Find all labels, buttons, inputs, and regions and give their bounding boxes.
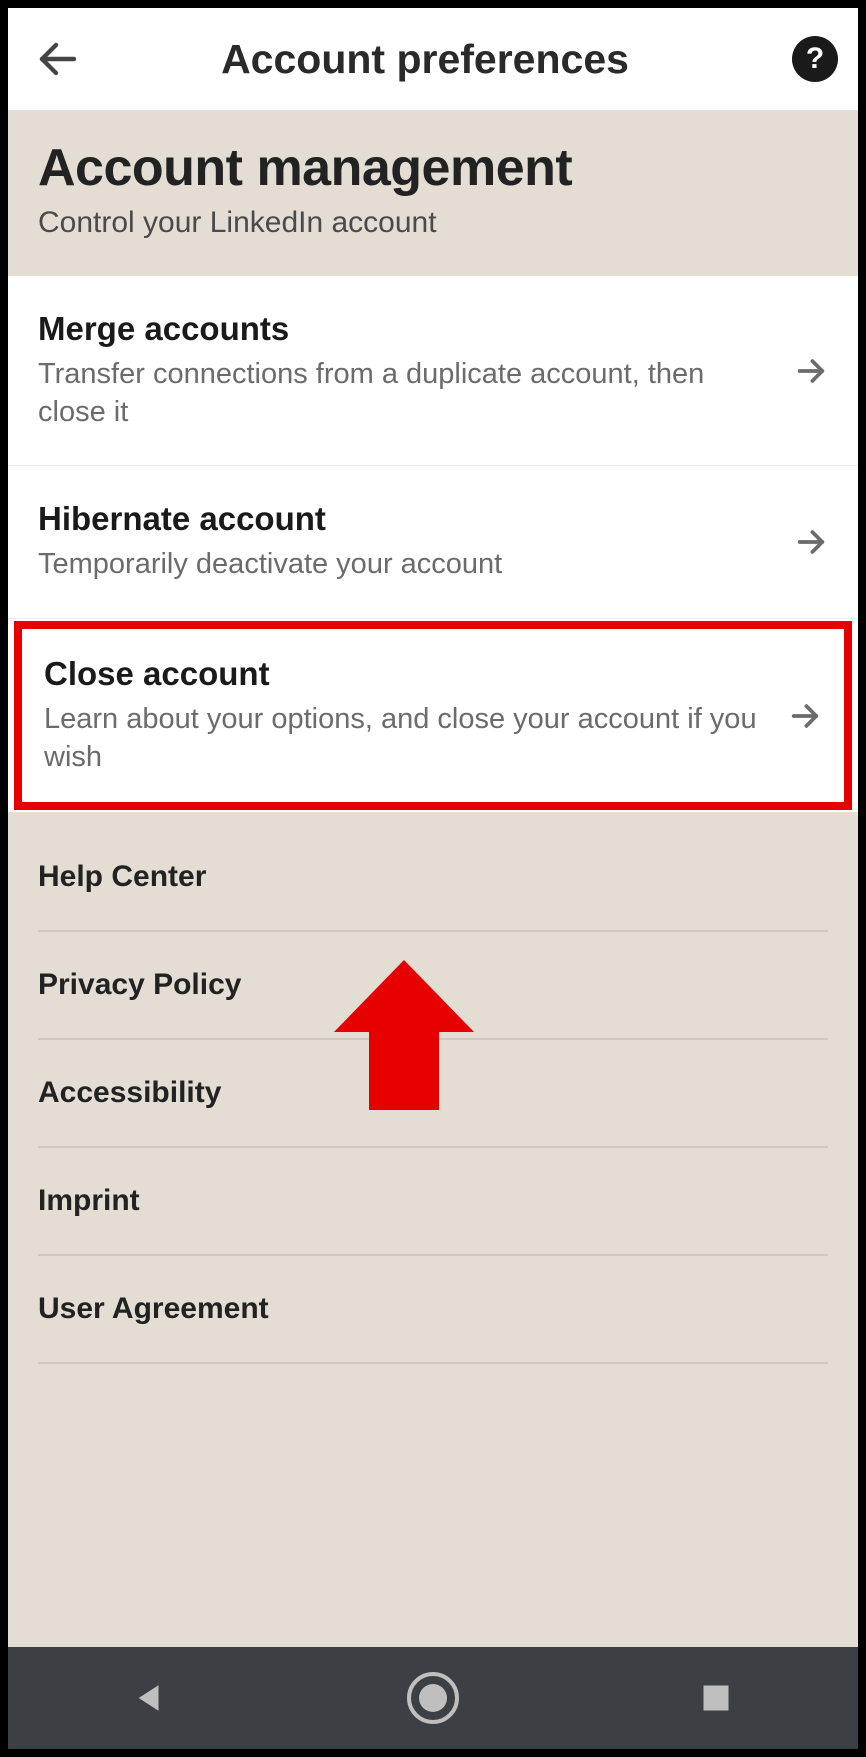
footer-links: Help Center Privacy Policy Accessibility… — [8, 812, 858, 1364]
item-desc: Transfer connections from a duplicate ac… — [38, 356, 776, 431]
section-title: Account management — [38, 138, 828, 198]
help-center-link[interactable]: Help Center — [38, 812, 828, 932]
item-desc: Learn about your options, and close your… — [44, 701, 776, 776]
system-nav-bar — [8, 1647, 858, 1749]
settings-list: Merge accounts Transfer connections from… — [8, 276, 858, 812]
item-text: Hibernate account Temporarily deactivate… — [38, 500, 794, 584]
section-subtitle: Control your LinkedIn account — [38, 206, 828, 240]
help-button[interactable]: ? — [792, 36, 838, 82]
nav-recent-button[interactable] — [686, 1668, 746, 1728]
accessibility-link[interactable]: Accessibility — [38, 1040, 828, 1148]
item-title: Hibernate account — [38, 500, 776, 538]
item-text: Merge accounts Transfer connections from… — [38, 310, 794, 431]
privacy-policy-link[interactable]: Privacy Policy — [38, 932, 828, 1040]
chevron-right-icon — [788, 699, 822, 733]
triangle-back-icon — [133, 1681, 167, 1715]
merge-accounts-item[interactable]: Merge accounts Transfer connections from… — [8, 276, 858, 466]
question-icon: ? — [806, 42, 824, 76]
chevron-right-icon — [794, 525, 828, 559]
nav-home-button[interactable] — [403, 1668, 463, 1728]
item-desc: Temporarily deactivate your account — [38, 546, 776, 584]
section-header: Account management Control your LinkedIn… — [8, 112, 858, 276]
imprint-link[interactable]: Imprint — [38, 1148, 828, 1256]
content-area: Account management Control your LinkedIn… — [8, 112, 858, 1647]
scroll-content: Account management Control your LinkedIn… — [8, 112, 858, 1647]
item-title: Merge accounts — [38, 310, 776, 348]
item-title: Close account — [44, 655, 776, 693]
chevron-right-icon — [794, 354, 828, 388]
page-title: Account preferences — [58, 36, 792, 83]
hibernate-account-item[interactable]: Hibernate account Temporarily deactivate… — [8, 466, 858, 619]
user-agreement-link[interactable]: User Agreement — [38, 1256, 828, 1364]
square-recent-icon — [701, 1683, 731, 1713]
item-text: Close account Learn about your options, … — [44, 655, 794, 776]
close-account-item[interactable]: Close account Learn about your options, … — [14, 621, 852, 810]
circle-home-icon — [406, 1671, 460, 1725]
nav-back-button[interactable] — [120, 1668, 180, 1728]
app-bar: Account preferences ? — [8, 8, 858, 112]
